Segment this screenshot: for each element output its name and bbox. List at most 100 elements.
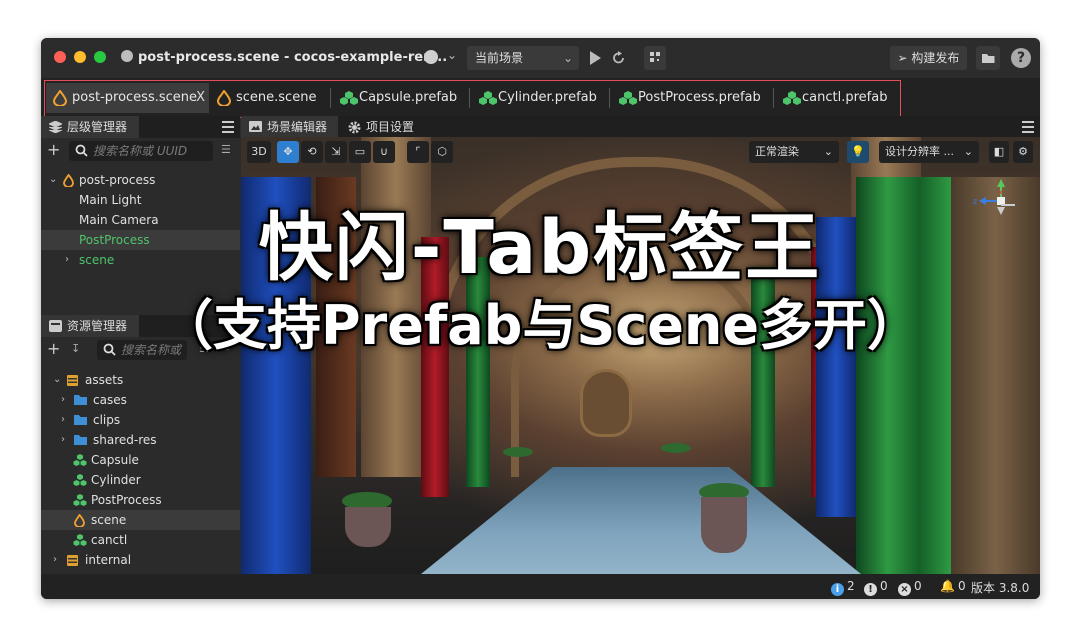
preview-scene-select[interactable]: 当前场景 ⌄ [467,46,579,70]
promo-subtitle: （支持Prefab与Scene多开） [158,294,921,357]
asset-scene-scene[interactable]: scene [41,510,240,530]
chevron-right-icon[interactable]: › [61,410,65,430]
rect-icon: ▭ [354,145,366,158]
tab-bar: post-process.scene X scene.scene Capsule… [41,78,1040,118]
prefab-icon [73,534,87,546]
asset-prefab-capsule[interactable]: Capsule [41,450,240,470]
scene-editor-menu-icon[interactable] [1022,121,1034,133]
gear-icon: ⚙ [1018,145,1028,158]
warning-icon: ! [864,583,877,596]
version-label: 版本 3.8.0 [971,581,1030,595]
scene-plant [503,447,533,457]
chevron-right-icon[interactable]: › [61,430,65,450]
tab-scene-editor[interactable]: 场景编辑器 [241,116,338,138]
hierarchy-panel-header: 层级管理器 [41,116,240,138]
scene-vase [701,497,747,553]
asset-folder-shared-res[interactable]: › shared-res [41,430,240,450]
pivot-icon: ⌜ [415,145,421,158]
chevron-down-icon[interactable]: ⌄ [49,170,57,190]
tree-node-post-process[interactable]: ⌄ post-process [41,170,240,190]
error-count[interactable]: × 0 [898,579,922,596]
chevron-down-icon: ⌄ [823,145,833,158]
chevron-down-icon: ⌄ [963,145,973,158]
asset-prefab-cylinder[interactable]: Cylinder [41,470,240,490]
chevron-right-icon[interactable]: › [61,390,65,410]
refresh-icon [613,51,624,64]
image-icon [249,121,262,132]
asset-prefab-postprocess[interactable]: PostProcess [41,490,240,510]
lighting-toggle[interactable]: 💡 [847,141,869,163]
asset-prefab-canctl[interactable]: canctl [41,530,240,550]
scene-lion-crest [580,369,632,437]
add-node-icon[interactable]: + [47,140,60,159]
scene-vase [345,507,391,547]
coordinate-button[interactable]: ⬡ [431,141,453,163]
scene-icon [74,514,85,527]
warning-count[interactable]: ! 0 [864,579,888,596]
window-title: post-process.scene - cocos-example-ren..… [121,50,447,65]
toggle-3d-button[interactable]: 3D [247,141,271,163]
scene-editor-header: 场景编辑器 项目设置 [241,116,1040,138]
promo-title: 快闪-Tab标签王 [258,205,822,291]
title-bar: post-process.scene - cocos-example-ren..… [41,38,1040,78]
minimize-window-button[interactable] [74,51,86,63]
database-icon [67,555,78,566]
hierarchy-tab[interactable]: 层级管理器 [41,116,139,138]
snap-tool-button[interactable]: ∪ [373,141,395,163]
notification-count[interactable]: 🔔 0 [940,579,966,593]
hierarchy-toolbar: + 搜索名称或 UUID ☰ [41,138,240,164]
rotate-icon: ⟲ [307,145,317,158]
viewport-settings-button[interactable]: ⚙ [1013,141,1033,163]
chevron-down-icon: ⌄ [562,51,573,65]
collapse-all-icon[interactable]: ☰ [221,143,231,156]
prefab-icon [73,454,87,466]
asset-assets[interactable]: ⌄ assets [41,370,240,390]
bulb-icon: 💡 [851,145,865,158]
layers-icon [49,121,62,133]
resolution-select[interactable]: 设计分辨率 ... ⌄ [879,141,979,163]
error-icon: × [898,583,911,596]
scale-tool-button[interactable]: ⇲ [325,141,347,163]
document-icon [121,50,133,62]
maximize-window-button[interactable] [94,51,106,63]
build-publish-button[interactable]: ➢ 构建发布 [890,46,967,70]
render-mode-select[interactable]: 正常渲染 ⌄ [749,141,839,163]
folder-icon [74,415,87,425]
folder-icon [982,54,995,63]
chevron-down-icon[interactable]: ⌄ [447,48,457,62]
hierarchy-search-input[interactable]: 搜索名称或 UUID [69,141,213,161]
send-icon: ➢ [897,51,912,65]
asset-folder-cases[interactable]: › cases [41,390,240,410]
qr-code-button[interactable] [644,46,666,70]
close-window-button[interactable] [54,51,66,63]
camera-icon: ◧ [993,145,1005,158]
database-icon [67,375,78,386]
help-button[interactable]: ? [1011,48,1031,68]
rotate-tool-button[interactable]: ⟲ [301,141,323,163]
scene-icon [63,174,74,187]
scene-plant [661,443,691,453]
bell-icon: 🔔 [940,579,955,593]
tab-project-settings[interactable]: 项目设置 [340,116,426,138]
refresh-button[interactable] [609,46,629,70]
info-count[interactable]: i2 [831,579,855,596]
rect-tool-button[interactable]: ▭ [349,141,371,163]
move-icon: ✥ [283,145,293,158]
search-icon [75,144,88,157]
hierarchy-menu-icon[interactable] [222,121,234,133]
camera-button[interactable]: ◧ [989,141,1009,163]
scale-icon: ⇲ [331,145,341,158]
move-tool-button[interactable]: ✥ [277,141,299,163]
open-folder-button[interactable] [976,46,1000,70]
prefab-icon [73,474,87,486]
chevron-right-icon[interactable]: › [53,550,57,570]
chevron-down-icon[interactable]: ⌄ [53,370,61,390]
gear-icon [348,121,361,134]
play-icon [590,51,601,65]
play-button[interactable] [586,46,606,70]
qr-code-icon [650,52,660,62]
asset-folder-clips[interactable]: › clips [41,410,240,430]
platform-globe-icon[interactable] [424,50,438,64]
asset-internal[interactable]: › internal [41,550,240,570]
pivot-button[interactable]: ⌜ [407,141,429,163]
